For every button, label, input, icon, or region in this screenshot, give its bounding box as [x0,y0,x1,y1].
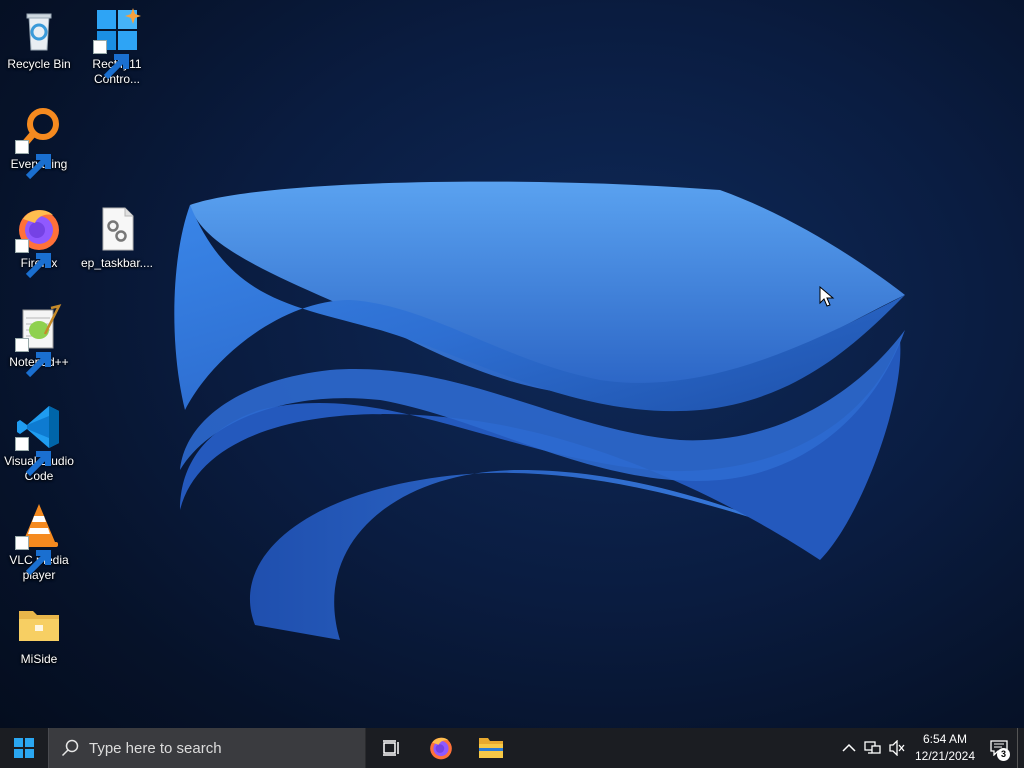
desktop[interactable]: Recycle Bin Rectify11 Contro... Everythi… [0,0,1024,728]
taskbar-file-explorer[interactable] [466,728,516,768]
rectify11-control-shortcut[interactable]: Rectify11 Contro... [78,6,156,87]
network-tray-button[interactable] [861,728,885,768]
taskbar-firefox[interactable] [416,728,466,768]
firefox-shortcut[interactable]: Firefox [0,205,78,279]
shortcut-arrow-icon [15,239,51,279]
start-button[interactable] [0,728,48,768]
taskbar: Type here to search 6:54 AM 12/21/2024 3 [0,728,1024,768]
mouse-cursor-icon [819,286,835,307]
desktop-icon-label: Recycle Bin [7,57,71,71]
vlc-shortcut[interactable]: VLC media player [0,502,78,583]
file-explorer-icon [479,738,503,758]
taskbar-clock[interactable]: 6:54 AM 12/21/2024 [909,731,981,765]
shortcut-arrow-icon [15,140,51,180]
desktop-icon-label: MiSide [20,652,58,666]
shortcut-arrow-icon [15,536,51,576]
volume-muted-icon [889,740,905,756]
vscode-shortcut[interactable]: Visual Studio Code [0,403,78,484]
miside-folder[interactable]: MiSide [0,601,78,667]
search-icon [61,739,79,757]
search-placeholder: Type here to search [89,739,222,757]
recycle-bin-shortcut[interactable]: Recycle Bin [0,6,78,72]
shortcut-arrow-icon [15,437,51,477]
everything-search-icon [15,106,63,180]
ep-taskbar-file[interactable]: ep_taskbar.... [78,205,156,271]
task-view-icon [383,740,399,756]
task-view-button[interactable] [366,728,416,768]
vlc-icon [15,502,63,576]
taskbar-search-box[interactable]: Type here to search [48,728,366,768]
notepadpp-icon [15,304,63,378]
chevron-up-icon [842,743,856,752]
folder-icon [15,601,63,649]
control-panel-icon [93,6,141,80]
shortcut-arrow-icon [93,40,129,80]
recycle-bin-icon [15,6,63,54]
windows-logo-icon [14,738,34,758]
notepadpp-shortcut[interactable]: Notepad++ [0,304,78,378]
action-center-button[interactable]: 3 [981,728,1017,768]
network-icon [864,741,881,754]
firefox-icon [430,737,452,760]
vscode-icon [15,403,63,477]
wallpaper-bloom [174,181,905,640]
clock-date: 12/21/2024 [914,749,976,763]
everything-shortcut[interactable]: Everything [0,106,78,180]
show-desktop-button[interactable] [1017,728,1024,768]
volume-tray-button[interactable] [885,728,909,768]
settings-file-icon [93,205,141,253]
show-hidden-icons-button[interactable] [837,728,861,768]
notification-count-badge: 3 [997,748,1010,761]
shortcut-arrow-icon [15,338,51,378]
firefox-icon [15,205,63,279]
clock-time: 6:54 AM [922,732,968,746]
desktop-icon-label: ep_taskbar.... [80,256,154,270]
